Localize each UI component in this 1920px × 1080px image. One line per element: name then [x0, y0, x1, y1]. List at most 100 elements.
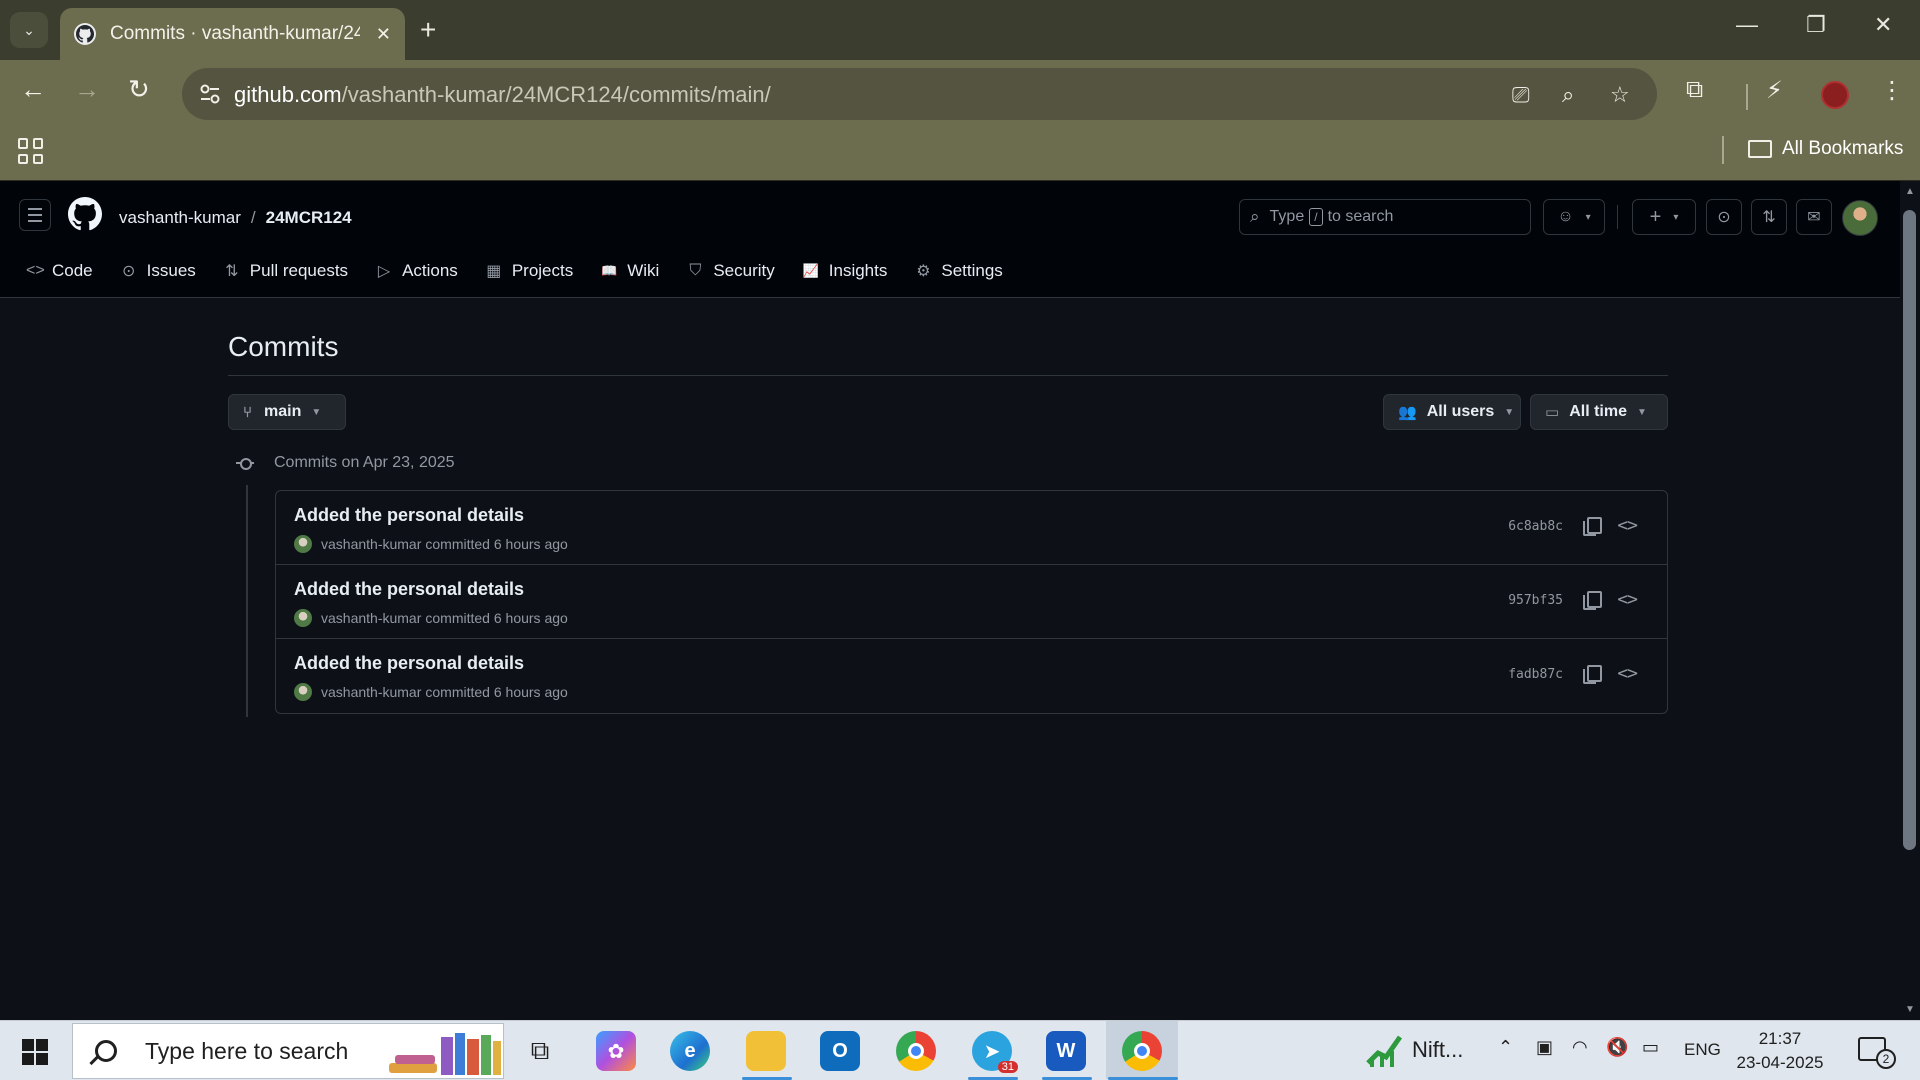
volume-muted-icon[interactable]: 🔇: [1606, 1037, 1628, 1058]
commit-sha-link[interactable]: fadb87c: [1508, 667, 1563, 682]
tab-insights[interactable]: 📈 Insights: [803, 261, 888, 281]
notification-count: 2: [1876, 1049, 1896, 1069]
copy-icon[interactable]: [1583, 665, 1602, 684]
zoom-icon[interactable]: ⌕: [1562, 82, 1574, 108]
commit-author-link[interactable]: vashanth-kumar: [321, 536, 421, 552]
author-avatar[interactable]: [294, 535, 312, 553]
breadcrumb-repo[interactable]: 24MCR124: [266, 208, 352, 227]
performance-icon[interactable]: ⚡: [1766, 76, 1783, 105]
apps-grid-icon[interactable]: [18, 138, 44, 164]
tab-close-icon[interactable]: ✕: [376, 24, 391, 45]
copilot-app-icon[interactable]: ✿: [596, 1031, 636, 1071]
window-close-icon[interactable]: ✕: [1874, 12, 1892, 38]
commit-author-link[interactable]: vashanth-kumar: [321, 610, 421, 626]
wifi-icon[interactable]: ◠: [1572, 1037, 1588, 1058]
telegram-icon[interactable]: ➤ 31: [972, 1031, 1018, 1073]
repo-nav: <> Code ⊙ Issues ⇅ Pull requests ▷ Actions ▦…: [26, 261, 1031, 281]
commit-message-link[interactable]: Added the personal details: [294, 505, 524, 526]
system-clock[interactable]: 21:37 23-04-2025: [1735, 1027, 1825, 1075]
file-explorer-icon[interactable]: [746, 1031, 786, 1071]
reload-icon[interactable]: ↻: [128, 74, 150, 104]
tab-issues[interactable]: ⊙ Issues: [121, 261, 196, 281]
chrome-icon[interactable]: [896, 1031, 936, 1071]
header-divider: [1617, 205, 1618, 229]
minimize-icon[interactable]: —: [1736, 12, 1758, 38]
back-arrow-icon[interactable]: ←: [20, 74, 46, 104]
clock-date: 23-04-2025: [1736, 1053, 1824, 1072]
pull-requests-button[interactable]: ⇅: [1751, 199, 1787, 235]
people-icon: 👥: [1398, 404, 1417, 421]
create-new-button[interactable]: + ▾: [1632, 199, 1696, 235]
browse-code-icon[interactable]: <>: [1617, 663, 1638, 684]
tab-search-button[interactable]: ⌄: [10, 12, 48, 48]
inbox-button[interactable]: ✉: [1796, 199, 1832, 235]
tab-pull-requests[interactable]: ⇅ Pull requests: [224, 261, 348, 281]
author-avatar[interactable]: [294, 683, 312, 701]
breadcrumb-owner[interactable]: vashanth-kumar: [119, 208, 241, 227]
commit-list: Added the personal details vashanth-kuma…: [275, 490, 1668, 714]
scrollbar-thumb[interactable]: [1903, 210, 1916, 850]
chrome-profile-icon[interactable]: [1122, 1031, 1162, 1071]
tab-projects[interactable]: ▦ Projects: [486, 261, 573, 281]
nifty-chart-icon[interactable]: [1364, 1029, 1404, 1069]
browse-code-icon[interactable]: <>: [1617, 589, 1638, 610]
windows-start-icon[interactable]: [22, 1039, 48, 1065]
issues-button[interactable]: ⊙: [1706, 199, 1742, 235]
language-indicator[interactable]: ENG: [1684, 1040, 1721, 1060]
commit-row: Added the personal details vashanth-kuma…: [276, 639, 1667, 713]
address-bar[interactable]: github.com/vashanth-kumar/24MCR124/commi…: [182, 68, 1657, 120]
meet-now-icon[interactable]: ▣: [1536, 1037, 1553, 1058]
outlook-icon[interactable]: O: [820, 1031, 860, 1071]
copy-icon[interactable]: [1583, 517, 1602, 536]
tab-insights-label: Insights: [828, 261, 888, 280]
notification-center-icon[interactable]: 2: [1858, 1037, 1896, 1069]
browser-tab-active[interactable]: Commits · vashanth-kumar/24MCR124 ✕: [60, 8, 405, 60]
forward-arrow-icon[interactable]: →: [74, 74, 100, 104]
word-icon[interactable]: W: [1046, 1031, 1086, 1071]
menu-kebab-icon[interactable]: ⋮: [1880, 76, 1904, 105]
telegram-badge: 31: [997, 1061, 1018, 1073]
chevron-up-icon[interactable]: ⌃: [1498, 1037, 1513, 1058]
scroll-down-icon[interactable]: ▼: [1904, 1004, 1916, 1015]
tab-actions[interactable]: ▷ Actions: [376, 261, 458, 281]
copy-icon[interactable]: [1583, 591, 1602, 610]
tab-wiki[interactable]: 📖 Wiki: [601, 261, 659, 281]
copilot-button[interactable]: ☺ ▾: [1543, 199, 1605, 235]
all-bookmarks-button[interactable]: All Bookmarks: [1748, 138, 1903, 160]
browse-code-icon[interactable]: <>: [1617, 515, 1638, 536]
github-logo-icon[interactable]: [68, 197, 102, 231]
branch-selector[interactable]: ⑂ main ▼: [228, 394, 346, 430]
bookmark-star-icon[interactable]: ☆: [1610, 82, 1630, 108]
edge-browser-icon[interactable]: e: [670, 1031, 710, 1071]
commit-timeline: [246, 485, 248, 717]
breadcrumb: vashanth-kumar / 24MCR124: [119, 208, 352, 228]
toolbar-divider: [1746, 84, 1748, 110]
nifty-label[interactable]: Nift...: [1412, 1037, 1463, 1063]
search-input[interactable]: ⌕ Type / to search: [1239, 199, 1531, 235]
commit-sha-link[interactable]: 6c8ab8c: [1508, 519, 1563, 534]
commit-group-date: Commits on Apr 23, 2025: [274, 454, 455, 471]
new-tab-button[interactable]: +: [420, 14, 436, 46]
extensions-icon[interactable]: ⧉: [1686, 76, 1703, 104]
site-info-icon[interactable]: [196, 80, 224, 108]
commit-message-link[interactable]: Added the personal details: [294, 579, 524, 600]
user-avatar[interactable]: [1842, 200, 1878, 236]
time-filter-dropdown[interactable]: ▭ All time ▼: [1530, 394, 1668, 430]
profile-avatar-icon[interactable]: [1821, 81, 1849, 109]
battery-icon[interactable]: ▭: [1642, 1037, 1659, 1058]
scroll-up-icon[interactable]: ▲: [1904, 186, 1916, 197]
hamburger-menu-icon[interactable]: [19, 199, 51, 231]
task-view-icon[interactable]: ⧉: [520, 1031, 560, 1071]
commit-message-link[interactable]: Added the personal details: [294, 653, 524, 674]
commit-author-link[interactable]: vashanth-kumar: [321, 684, 421, 700]
tab-security[interactable]: ⛉ Security: [687, 261, 774, 281]
restore-icon[interactable]: ❐: [1806, 12, 1826, 38]
author-avatar[interactable]: [294, 609, 312, 627]
commit-sha-link[interactable]: 957bf35: [1508, 593, 1563, 608]
users-filter-dropdown[interactable]: 👥 All users ▼: [1383, 394, 1521, 430]
tab-settings[interactable]: ⚙ Settings: [915, 261, 1003, 281]
shield-icon: ⛉: [689, 262, 702, 279]
tab-code[interactable]: <> Code: [26, 261, 93, 281]
books-highlight-icon: [389, 1033, 501, 1075]
install-app-icon[interactable]: ⎚: [1512, 82, 1530, 108]
